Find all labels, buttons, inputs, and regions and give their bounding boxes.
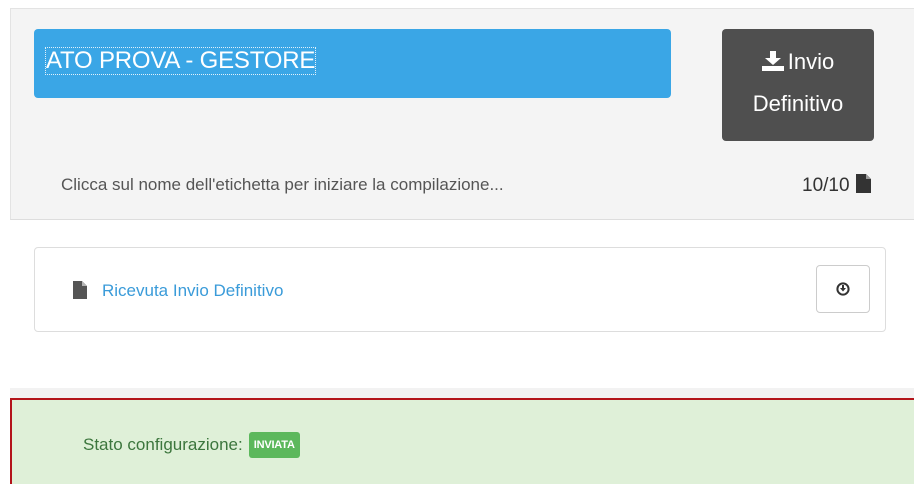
download-document-button[interactable] bbox=[816, 265, 870, 313]
document-card: Ricevuta Invio Definitivo bbox=[34, 247, 886, 332]
circle-arrow-down-icon bbox=[836, 282, 850, 296]
send-button-label-1: Invio bbox=[787, 49, 835, 74]
status-box: Stato configurazione: INVIATA bbox=[10, 398, 914, 484]
send-button-label-2: Definitivo bbox=[752, 91, 844, 116]
page-title: ATO PROVA - GESTORE bbox=[44, 47, 317, 75]
document-count: 10/10 bbox=[802, 174, 871, 197]
file-icon bbox=[855, 174, 871, 193]
send-button-line1: Invio bbox=[722, 49, 874, 75]
file-icon bbox=[73, 281, 87, 299]
status-badge: INVIATA bbox=[248, 432, 300, 458]
status-label: Stato configurazione: bbox=[83, 435, 243, 454]
page: ATO PROVA - GESTORE Invio Definitivo Cli… bbox=[0, 0, 914, 484]
hint-text: Clicca sul nome dell'etichetta per inizi… bbox=[61, 175, 504, 194]
status-line: Stato configurazione: INVIATA bbox=[83, 432, 300, 458]
title-bar: ATO PROVA - GESTORE bbox=[34, 29, 671, 98]
download-icon bbox=[761, 51, 784, 71]
document-link[interactable]: Ricevuta Invio Definitivo bbox=[102, 281, 283, 301]
count-value: 10/10 bbox=[802, 175, 850, 196]
send-final-button[interactable]: Invio Definitivo bbox=[722, 29, 874, 141]
